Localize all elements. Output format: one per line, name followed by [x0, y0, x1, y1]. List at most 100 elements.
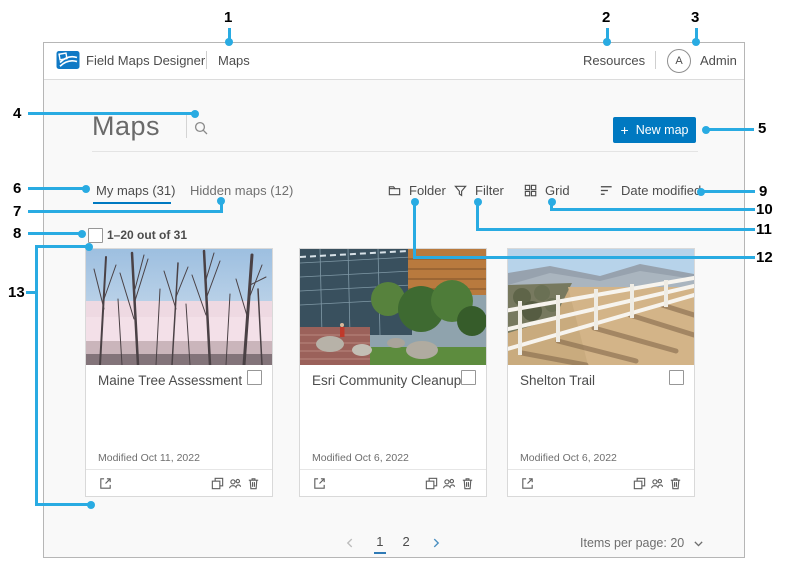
grid-icon — [523, 183, 538, 198]
chevron-right-icon[interactable] — [427, 534, 445, 552]
callout-1: 1 — [224, 10, 232, 26]
duplicate-icon[interactable] — [208, 474, 226, 492]
card-modified: Modified Oct 6, 2022 — [312, 452, 409, 464]
items-per-page-select[interactable]: Items per page: 20 — [580, 536, 705, 550]
folder-button[interactable]: Folder — [387, 183, 446, 198]
delete-icon[interactable] — [458, 474, 476, 492]
esri-logo-icon — [56, 50, 80, 75]
chevron-down-icon — [692, 537, 705, 550]
callout-line — [28, 210, 223, 213]
delete-icon[interactable] — [244, 474, 262, 492]
callout-line — [476, 202, 479, 230]
duplicate-icon[interactable] — [422, 474, 440, 492]
callout-line — [476, 228, 755, 231]
callout-3: 3 — [691, 10, 699, 26]
open-map-icon[interactable] — [96, 474, 114, 492]
user-name[interactable]: Admin — [700, 53, 737, 69]
new-map-button[interactable]: + New map — [613, 117, 696, 143]
avatar[interactable]: A — [667, 49, 691, 73]
callout-11: 11 — [756, 222, 772, 238]
sort-icon — [599, 183, 614, 198]
callout-dot — [78, 230, 86, 238]
callout-line — [413, 256, 755, 259]
nav-maps[interactable]: Maps — [218, 53, 250, 69]
callout-dot — [87, 501, 95, 509]
card-footer — [508, 470, 694, 496]
filter-icon — [453, 183, 468, 198]
open-map-icon[interactable] — [310, 474, 328, 492]
filter-label: Filter — [475, 183, 504, 198]
sort-label: Date modified — [621, 183, 701, 198]
card-footer — [86, 470, 272, 496]
map-card-shelton-trail[interactable]: Shelton Trail Modified Oct 6, 2022 — [507, 248, 695, 497]
page-1-button[interactable]: 1 — [374, 534, 385, 554]
callout-dot — [82, 185, 90, 193]
card-checkbox[interactable] — [669, 370, 684, 385]
folder-label: Folder — [409, 183, 446, 198]
title-rule — [92, 151, 698, 152]
callout-dot — [692, 38, 700, 46]
callout-dot — [603, 38, 611, 46]
card-title: Maine Tree Assessment — [98, 373, 242, 388]
callout-line — [703, 190, 755, 193]
tab-my-maps[interactable]: My maps (31) — [96, 183, 175, 199]
callout-dot — [191, 110, 199, 118]
card-thumbnail — [300, 249, 486, 365]
callout-2: 2 — [602, 10, 610, 26]
callout-line — [35, 245, 87, 248]
card-modified: Modified Oct 11, 2022 — [98, 452, 200, 464]
card-checkbox[interactable] — [461, 370, 476, 385]
callout-9: 9 — [759, 184, 767, 200]
plus-icon: + — [621, 123, 629, 137]
callout-13: 13 — [8, 285, 25, 301]
header-divider — [206, 51, 207, 69]
header-divider-2 — [655, 51, 656, 69]
callout-5: 5 — [758, 121, 766, 137]
grid-button[interactable]: Grid — [523, 183, 570, 198]
delete-icon[interactable] — [666, 474, 684, 492]
page-title: Maps — [92, 111, 160, 141]
card-title: Esri Community Cleanup — [312, 373, 461, 388]
folder-icon — [387, 183, 402, 198]
filter-button[interactable]: Filter — [453, 183, 504, 198]
duplicate-icon[interactable] — [630, 474, 648, 492]
app-title: Field Maps Designer — [86, 53, 205, 69]
callout-line — [28, 187, 84, 190]
share-group-icon[interactable] — [226, 474, 244, 492]
share-group-icon[interactable] — [440, 474, 458, 492]
callout-line — [28, 232, 80, 235]
callout-line — [35, 503, 89, 506]
tab-my-maps-underline — [93, 202, 171, 204]
card-footer — [300, 470, 486, 496]
page-2-button[interactable]: 2 — [401, 534, 412, 552]
callout-10: 10 — [756, 202, 773, 218]
sort-button[interactable]: Date modified — [599, 183, 701, 198]
screenshot-stage: Field Maps Designer Maps Resources A Adm… — [0, 0, 804, 562]
new-map-label: New map — [636, 123, 689, 137]
card-checkbox[interactable] — [247, 370, 262, 385]
card-thumbnail — [86, 249, 272, 365]
open-map-icon[interactable] — [518, 474, 536, 492]
select-all-checkbox[interactable] — [88, 228, 103, 243]
callout-line — [550, 208, 755, 211]
map-card-maine-tree[interactable]: Maine Tree Assessment Modified Oct 11, 2… — [85, 248, 273, 497]
card-modified: Modified Oct 6, 2022 — [520, 452, 617, 464]
search-icon[interactable] — [192, 119, 210, 137]
callout-line — [28, 112, 194, 115]
card-thumbnail — [508, 249, 694, 365]
title-divider — [186, 114, 187, 138]
callout-dot — [225, 38, 233, 46]
callout-6: 6 — [13, 181, 21, 197]
callout-dot — [85, 243, 93, 251]
callout-12: 12 — [756, 250, 773, 266]
tab-hidden-maps[interactable]: Hidden maps (12) — [190, 183, 293, 199]
callout-line — [708, 128, 754, 131]
nav-resources[interactable]: Resources — [583, 53, 645, 69]
map-card-esri-cleanup[interactable]: Esri Community Cleanup Modified Oct 6, 2… — [299, 248, 487, 497]
chevron-left-icon[interactable] — [341, 534, 359, 552]
card-title: Shelton Trail — [520, 373, 595, 388]
callout-7: 7 — [13, 204, 21, 220]
grid-label: Grid — [545, 183, 570, 198]
callout-dot — [217, 197, 225, 205]
share-group-icon[interactable] — [648, 474, 666, 492]
